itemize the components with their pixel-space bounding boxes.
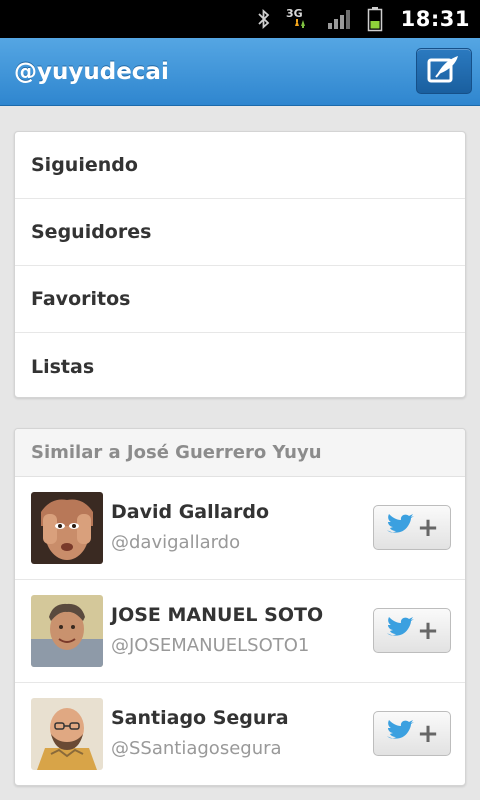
signal-icon bbox=[327, 8, 353, 30]
account-title: @yuyudecai bbox=[14, 58, 169, 85]
follow-button[interactable]: + bbox=[373, 505, 451, 550]
twitter-bird-icon bbox=[385, 719, 415, 748]
compose-button[interactable] bbox=[416, 48, 472, 94]
menu-item-listas[interactable]: Listas bbox=[15, 333, 465, 397]
profile-menu: Siguiendo Seguidores Favoritos Listas bbox=[14, 131, 466, 398]
menu-item-label: Listas bbox=[31, 355, 95, 378]
plus-icon: + bbox=[417, 615, 439, 646]
avatar[interactable] bbox=[31, 492, 103, 564]
bluetooth-icon bbox=[257, 8, 271, 30]
3g-data-icon: 3G bbox=[285, 6, 313, 32]
user-name: Santiago Segura bbox=[111, 707, 289, 729]
avatar[interactable] bbox=[31, 698, 103, 770]
plus-icon: + bbox=[417, 512, 439, 543]
battery-icon bbox=[367, 6, 383, 32]
compose-icon bbox=[427, 54, 461, 88]
follow-button[interactable]: + bbox=[373, 608, 451, 653]
menu-item-siguiendo[interactable]: Siguiendo bbox=[15, 132, 465, 199]
menu-item-label: Seguidores bbox=[31, 221, 152, 243]
avatar[interactable] bbox=[31, 595, 103, 667]
user-row[interactable]: David Gallardo @davigallardo + bbox=[15, 477, 465, 580]
action-bar: @yuyudecai bbox=[0, 38, 480, 106]
twitter-bird-icon bbox=[385, 616, 415, 645]
follow-button[interactable]: + bbox=[373, 711, 451, 756]
user-name: JOSE MANUEL SOTO bbox=[111, 604, 324, 626]
similar-header: Similar a José Guerrero Yuyu bbox=[15, 429, 465, 477]
menu-item-label: Siguiendo bbox=[31, 154, 138, 176]
user-handle: @davigallardo bbox=[111, 532, 241, 553]
menu-item-favoritos[interactable]: Favoritos bbox=[15, 266, 465, 333]
status-bar: 3G 18:31 bbox=[0, 0, 480, 38]
plus-icon: + bbox=[417, 718, 439, 749]
user-row[interactable]: Santiago Segura @SSantiagosegura + bbox=[15, 683, 465, 785]
similar-users-card: Similar a José Guerrero Yuyu David Galla… bbox=[14, 428, 466, 786]
svg-text:3G: 3G bbox=[286, 7, 303, 20]
twitter-bird-icon bbox=[385, 513, 415, 542]
user-handle: @SSantiagosegura bbox=[111, 738, 282, 759]
user-name: David Gallardo bbox=[111, 501, 269, 523]
user-row[interactable]: JOSE MANUEL SOTO @JOSEMANUELSOTO1 + bbox=[15, 580, 465, 683]
status-time: 18:31 bbox=[400, 7, 470, 31]
user-handle: @JOSEMANUELSOTO1 bbox=[111, 635, 310, 656]
menu-item-label: Favoritos bbox=[31, 288, 131, 310]
menu-item-seguidores[interactable]: Seguidores bbox=[15, 199, 465, 266]
